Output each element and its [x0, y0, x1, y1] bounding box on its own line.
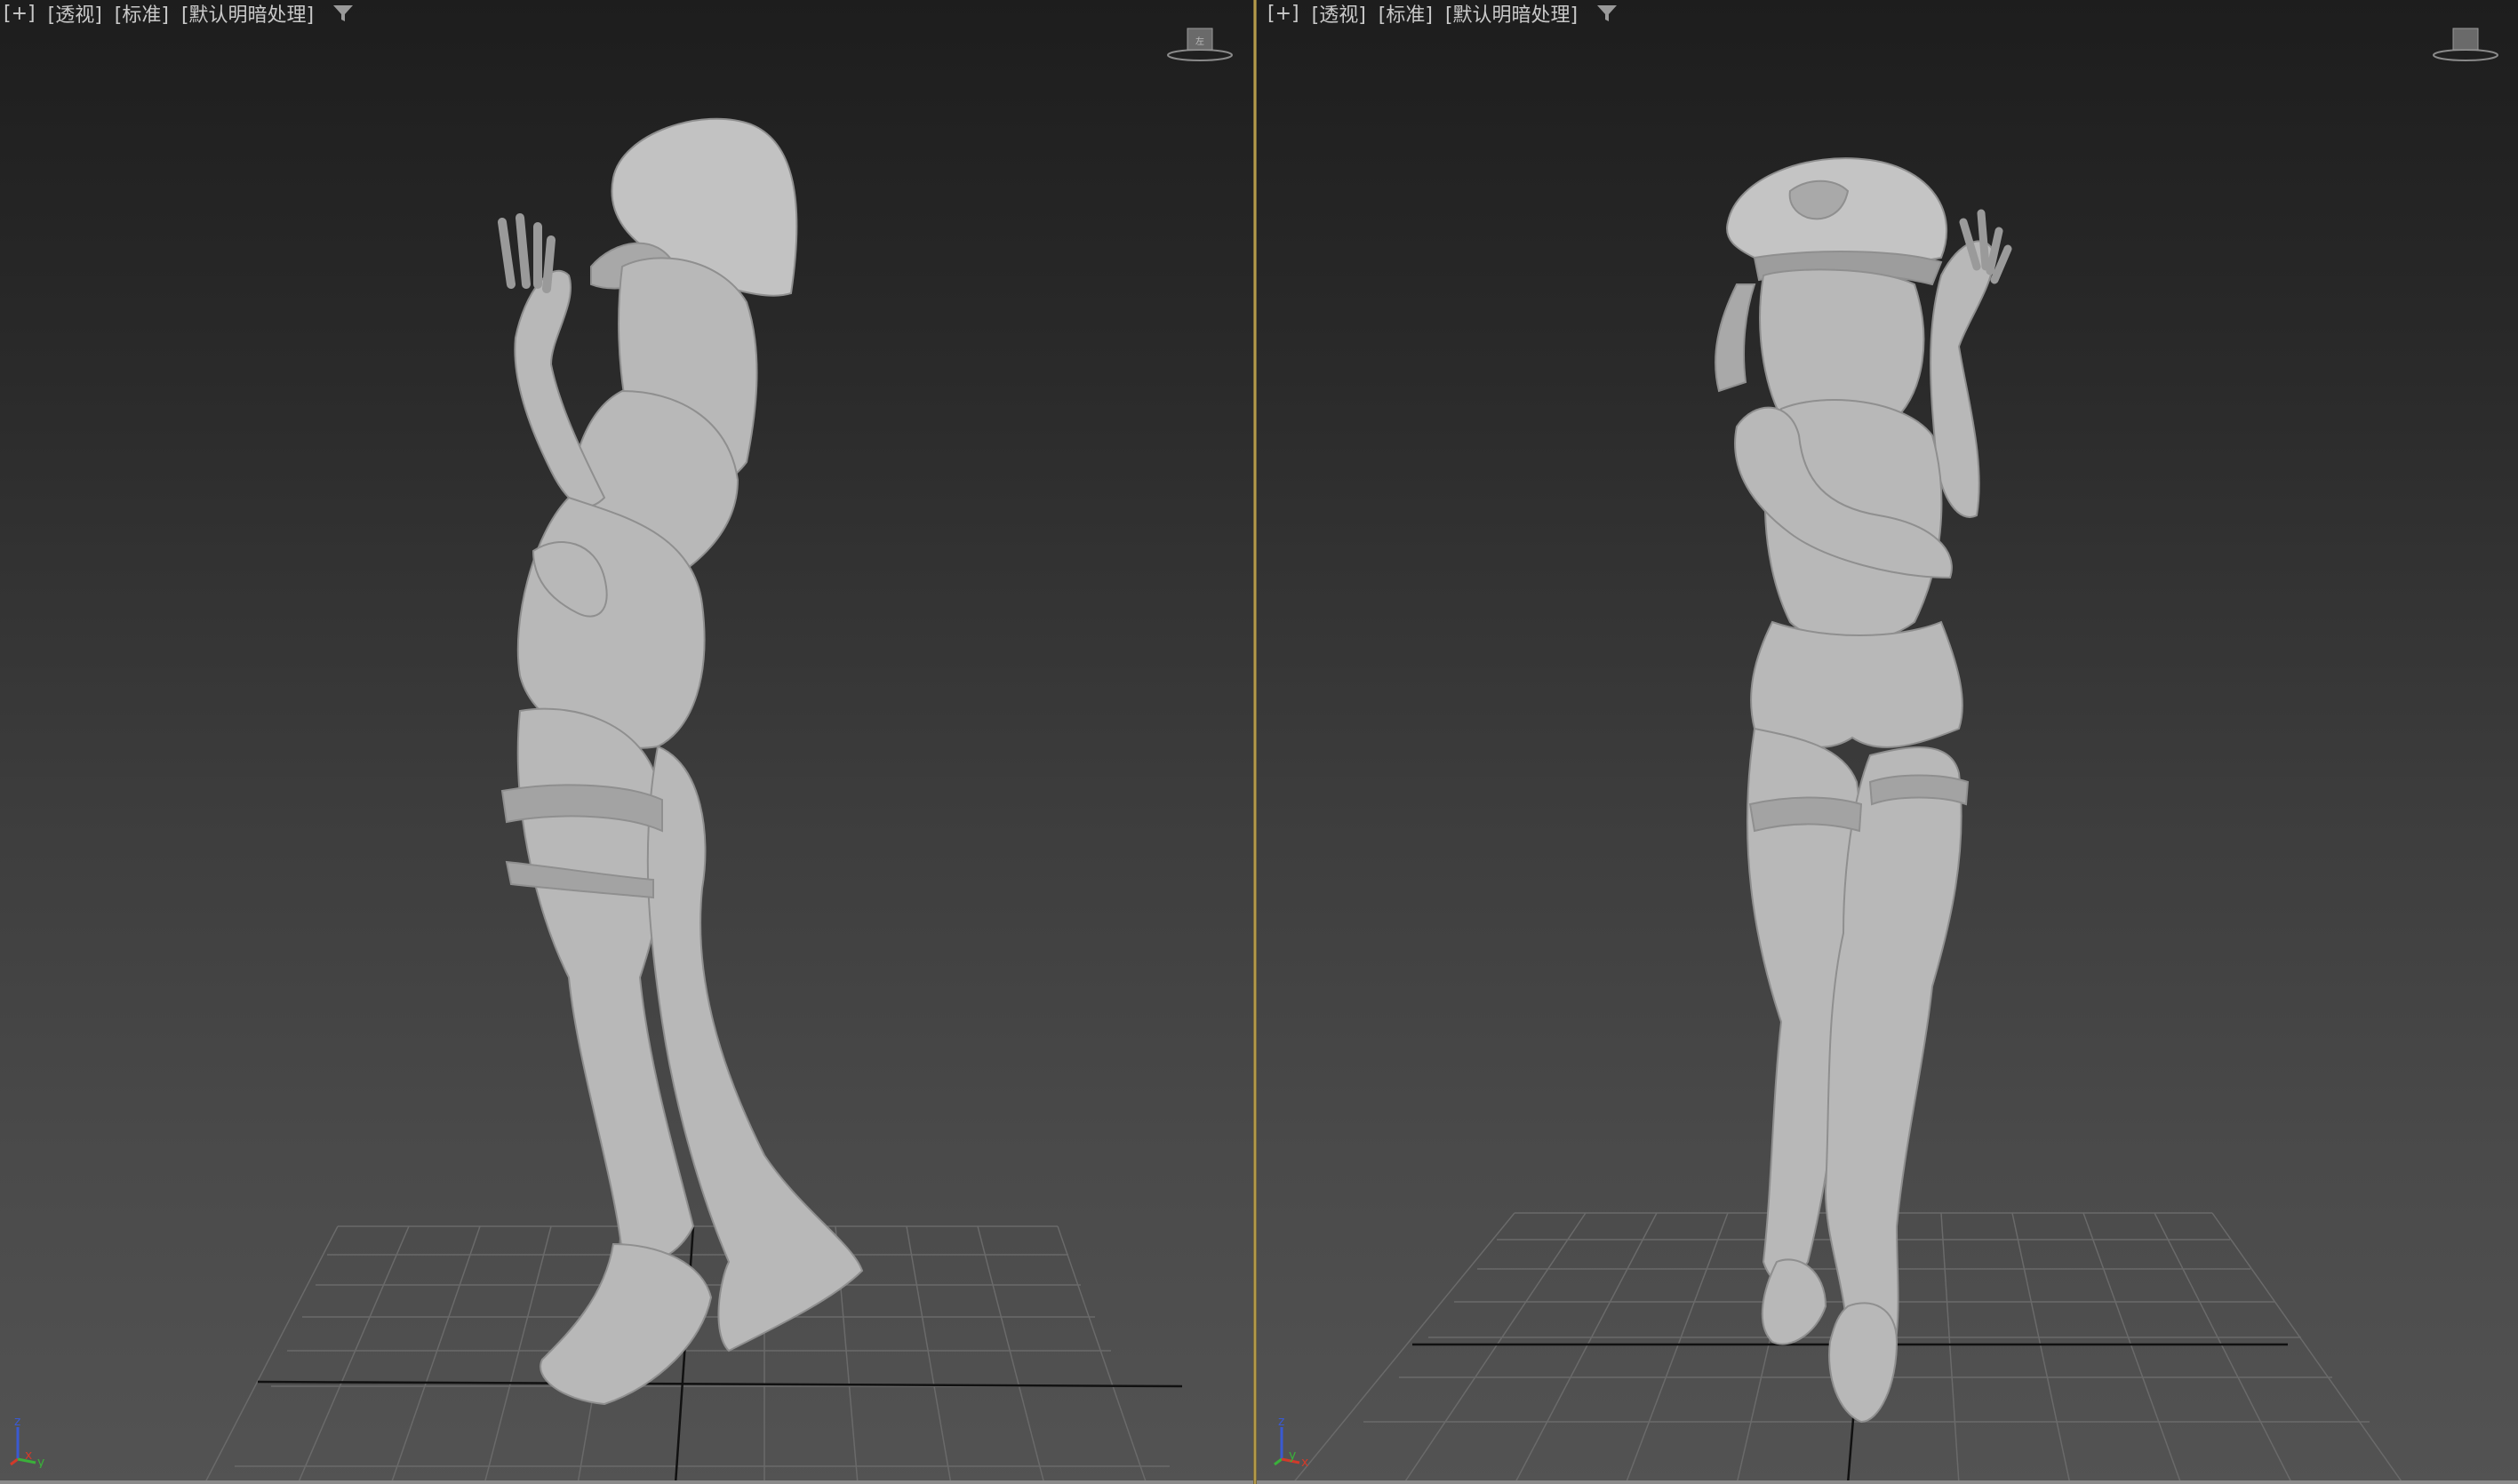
axis-y-label: y: [37, 1456, 44, 1468]
axis-tripod-icon: z y x: [1274, 1415, 1308, 1468]
axis-x-label: x: [1301, 1456, 1308, 1468]
viewport-label-bar: [+] [透视] [标准] [默认明暗处理]: [0, 0, 355, 27]
viewport-label-bar: [+] [透视] [标准] [默认明暗处理]: [1264, 0, 1619, 27]
viewport-menu-plus[interactable]: [+]: [1267, 3, 1299, 25]
axis-x-label: x: [25, 1448, 32, 1463]
viewcube-icon[interactable]: 左: [1164, 23, 1235, 62]
floor-axis-lines: [257, 1225, 1183, 1484]
filter-icon[interactable]: [332, 3, 355, 24]
3d-viewport-workspace: [+] [透视] [标准] [默认明暗处理] 左 z x y [+] [透视] …: [0, 0, 2518, 1484]
scene-right[interactable]: [1257, 0, 2518, 1484]
viewport-bottom-edge: [1257, 1480, 2518, 1484]
viewport-menu-camera[interactable]: [标准]: [1379, 0, 1433, 28]
character-model-side: [498, 117, 864, 1406]
viewport-menu-shading[interactable]: [默认明暗处理]: [1445, 0, 1578, 28]
axis-tripod-icon: z x y: [10, 1415, 44, 1468]
scene-left[interactable]: [0, 0, 1253, 1484]
viewport-menu-view[interactable]: [透视]: [1312, 0, 1366, 28]
viewport-menu-plus[interactable]: [+]: [4, 3, 36, 25]
axis-z-label: z: [1278, 1415, 1284, 1429]
character-model-front: [1715, 157, 2012, 1424]
viewport-bottom-edge: [0, 1480, 1253, 1484]
axis-z-label: z: [14, 1415, 20, 1429]
viewport-menu-view[interactable]: [透视]: [48, 0, 102, 28]
viewport-right[interactable]: [+] [透视] [标准] [默认明暗处理] z y x: [1257, 0, 2518, 1484]
viewport-menu-shading[interactable]: [默认明暗处理]: [181, 0, 314, 28]
viewport-left[interactable]: [+] [透视] [标准] [默认明暗处理] 左 z x y: [0, 0, 1253, 1484]
viewport-menu-camera[interactable]: [标准]: [115, 0, 169, 28]
axis-y-label: y: [1289, 1448, 1296, 1463]
svg-text:左: 左: [1195, 36, 1204, 47]
viewcube-icon[interactable]: [2430, 23, 2501, 62]
filter-icon[interactable]: [1595, 3, 1619, 24]
active-viewport-highlight: [1254, 0, 1256, 1484]
